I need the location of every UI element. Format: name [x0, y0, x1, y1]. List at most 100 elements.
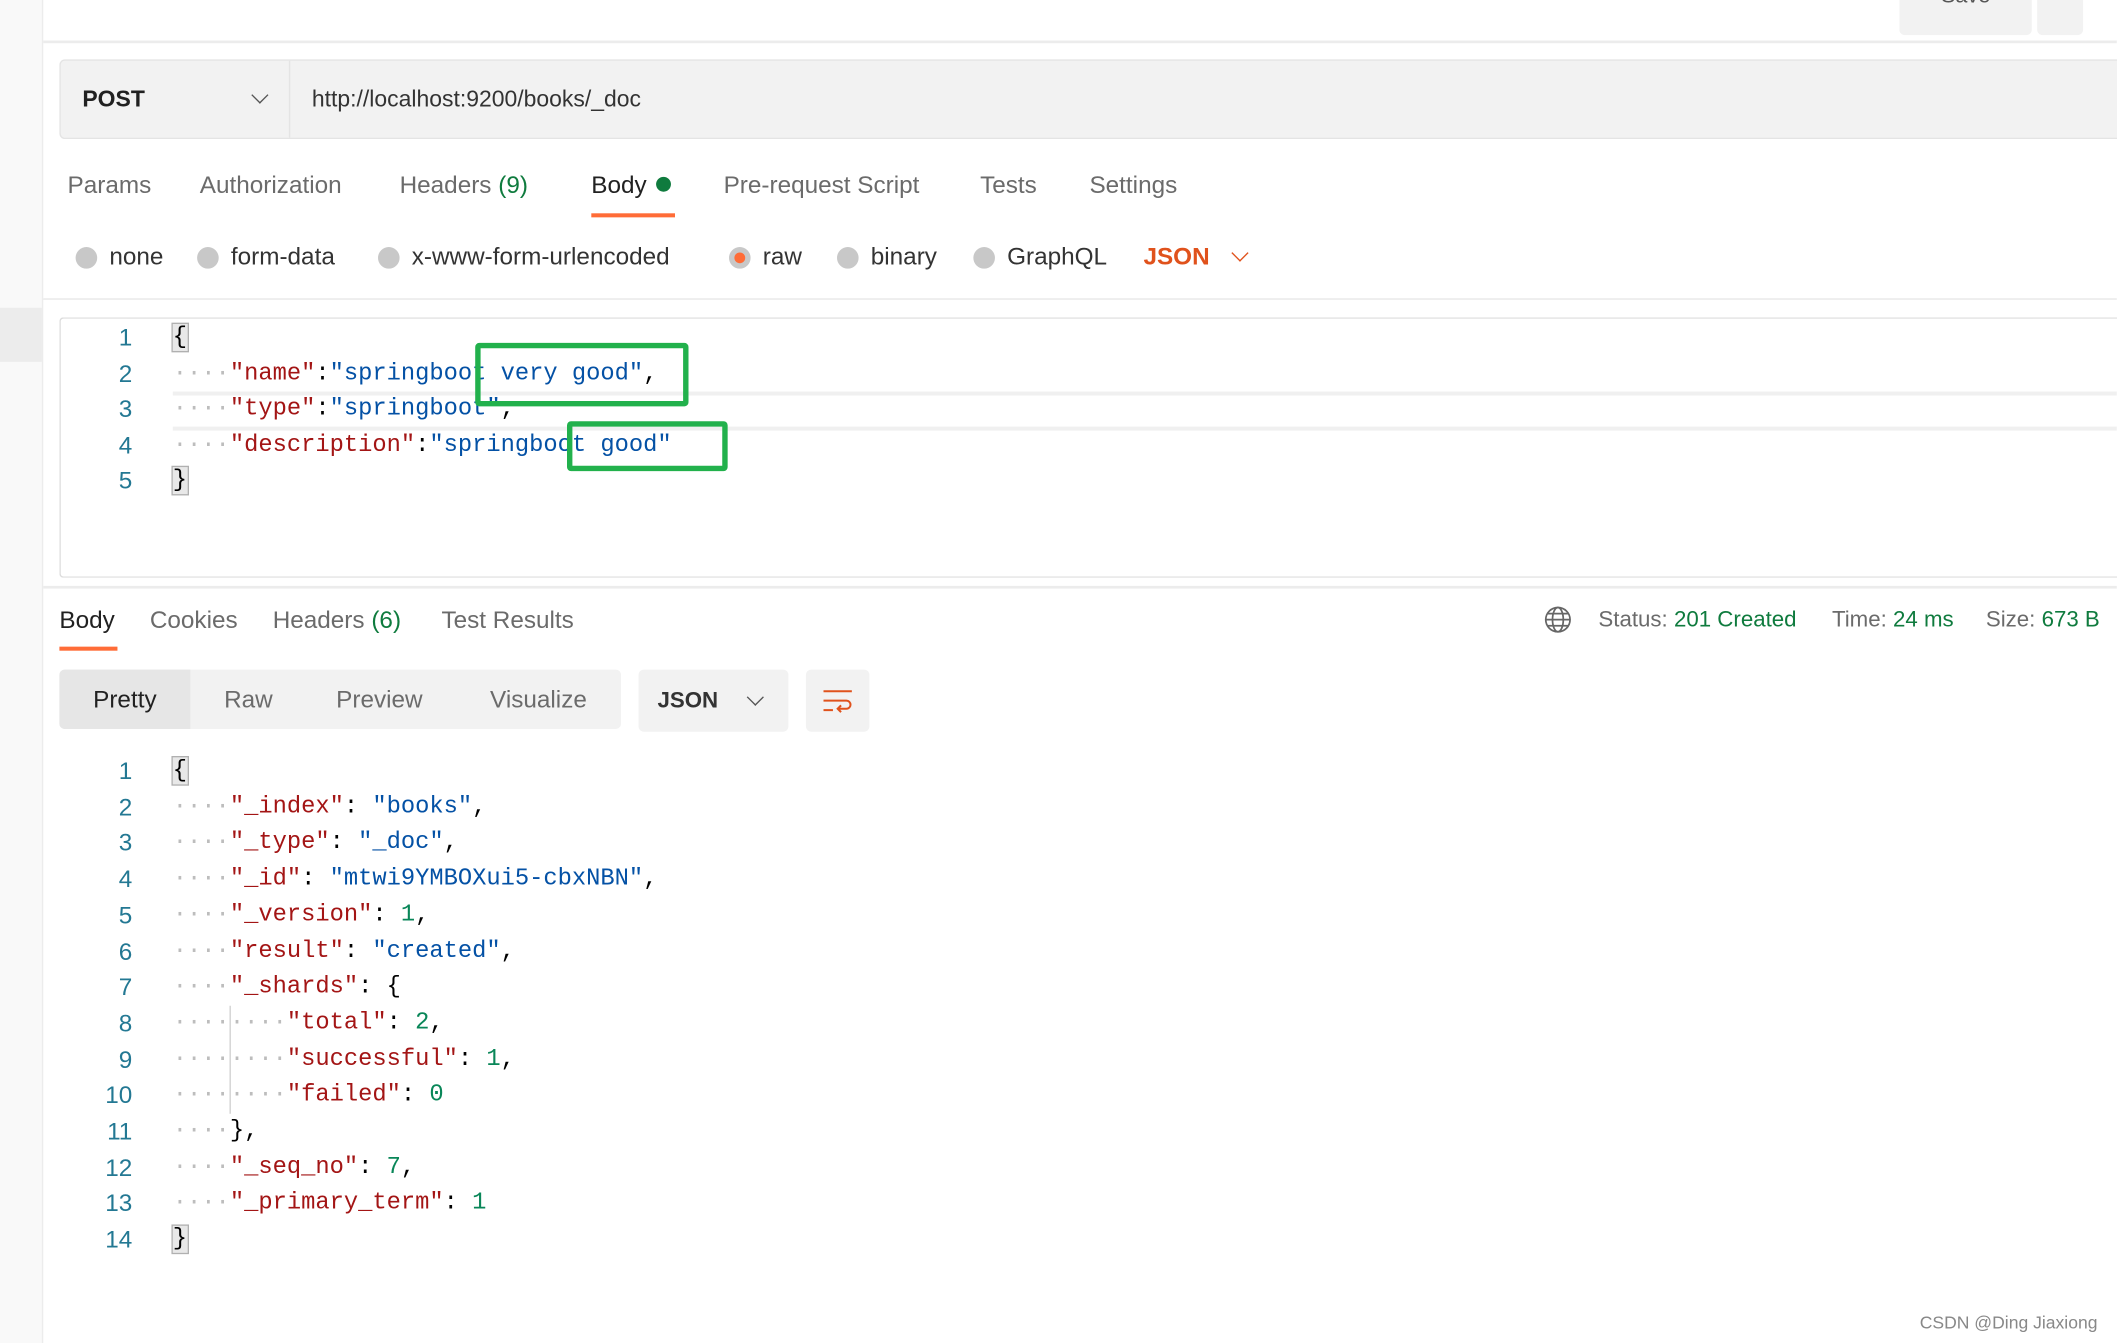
- code-token: ,: [643, 865, 658, 893]
- radio-graphql[interactable]: GraphQL: [973, 243, 1107, 271]
- left-sidebar: [0, 0, 44, 1343]
- code-token: "created": [372, 937, 501, 965]
- code-token: :: [457, 1045, 487, 1073]
- code-token: ,: [429, 1009, 444, 1037]
- code-token: :: [329, 829, 359, 857]
- line-number: 7: [118, 973, 133, 1001]
- radio-icon: [75, 246, 98, 268]
- code-line: ········"total": 2,: [173, 1006, 444, 1042]
- code-token: ,: [500, 1045, 515, 1073]
- code-token: ····: [172, 793, 230, 821]
- tab-headers[interactable]: Headers (9): [400, 171, 528, 199]
- code-token: "_shards": [229, 973, 359, 1001]
- response-status: Status: 201 Created: [1598, 608, 1796, 634]
- code-token: ····: [172, 865, 230, 893]
- highlight-box: [567, 421, 728, 472]
- code-token: 0: [429, 1081, 444, 1109]
- line-number: 2: [118, 793, 133, 821]
- line-number: 3: [118, 829, 133, 857]
- view-pretty[interactable]: Pretty: [59, 669, 191, 729]
- line-number: 2: [118, 359, 133, 387]
- divider: [43, 298, 2117, 300]
- save-options-button[interactable]: [2037, 0, 2084, 36]
- tab-settings[interactable]: Settings: [1089, 171, 1177, 199]
- radio-none[interactable]: none: [75, 243, 164, 271]
- code-token: :: [343, 793, 373, 821]
- code-token: ····: [172, 973, 230, 1001]
- response-format-select[interactable]: JSON: [638, 669, 789, 732]
- indent-guide: [229, 1005, 231, 1114]
- response-tab-headers[interactable]: Headers (6): [273, 606, 401, 634]
- radio-icon: [378, 246, 400, 268]
- divider: [43, 585, 2117, 589]
- code-token: ,: [500, 937, 515, 965]
- body-format-label: JSON: [1143, 243, 1210, 270]
- method-select[interactable]: POST: [61, 60, 291, 138]
- response-tab-body[interactable]: Body: [59, 606, 114, 634]
- url-input[interactable]: http://localhost:9200/books/_doc: [312, 61, 641, 138]
- sidebar-active-item[interactable]: [0, 307, 42, 362]
- line-number: 3: [118, 395, 133, 423]
- tab-pre-request-script[interactable]: Pre-request Script: [724, 171, 920, 199]
- save-button[interactable]: Save: [1899, 0, 2032, 36]
- code-line: {: [171, 320, 189, 356]
- line-number: 13: [105, 1189, 133, 1217]
- code-line: {: [171, 753, 189, 789]
- code-token: "mtwi9YMBOXui5-cbxNBN": [329, 865, 644, 893]
- radio-label: GraphQL: [1007, 243, 1108, 270]
- response-tab-test-results[interactable]: Test Results: [441, 606, 573, 634]
- tab-tests[interactable]: Tests: [980, 171, 1037, 199]
- radio-binary[interactable]: binary: [837, 243, 937, 271]
- tab-authorization[interactable]: Authorization: [200, 171, 342, 199]
- code-token: :: [372, 901, 401, 929]
- tab-headers-label: Headers: [399, 171, 492, 199]
- tab-body[interactable]: Body: [591, 171, 671, 199]
- response-tab-cookies[interactable]: Cookies: [150, 606, 238, 634]
- line-number: 11: [107, 1117, 133, 1145]
- code-line: ····"result": "created",: [173, 934, 515, 970]
- wrap-lines-button[interactable]: [805, 669, 870, 732]
- code-line: }: [171, 1222, 189, 1258]
- code-token: ····: [172, 1153, 230, 1181]
- response-tab-headers-label: Headers: [272, 606, 365, 634]
- view-raw[interactable]: Raw: [224, 670, 273, 729]
- code-line: ····"_id": "mtwi9YMBOXui5-cbxNBN",: [173, 861, 658, 897]
- code-line: ····"_version": 1,: [173, 897, 430, 933]
- code-token: "name": [229, 359, 316, 387]
- code-line: ····"_seq_no": 7,: [173, 1150, 415, 1186]
- url-bar: POST http://localhost:9200/books/_doc: [59, 59, 2117, 140]
- code-token: {: [171, 322, 189, 353]
- chevron-down-icon: [251, 86, 269, 104]
- line-number: 8: [118, 1009, 133, 1037]
- code-token: },: [229, 1117, 259, 1145]
- code-line: ····"_shards": {: [173, 970, 401, 1006]
- line-number: 1: [118, 757, 133, 785]
- response-time: Time: 24 ms: [1832, 608, 1954, 634]
- radio-label: form-data: [230, 243, 335, 270]
- globe-icon[interactable]: [1544, 606, 1571, 633]
- status-label: Status:: [1598, 607, 1668, 632]
- view-visualize[interactable]: Visualize: [490, 670, 587, 729]
- code-token: ····: [172, 901, 230, 929]
- response-size: Size: 673 B: [1986, 608, 2100, 634]
- code-line: }: [171, 464, 189, 500]
- code-token: ,: [415, 901, 430, 929]
- size-label: Size:: [1985, 607, 2036, 632]
- radio-raw[interactable]: raw: [729, 243, 802, 271]
- radio-urlencoded[interactable]: x-www-form-urlencoded: [378, 243, 670, 271]
- code-line: ····"_type": "_doc",: [173, 825, 458, 861]
- code-token: }: [171, 1224, 189, 1255]
- code-token: ,: [400, 1153, 416, 1181]
- code-token: : {: [358, 973, 401, 1001]
- active-tab-underline: [59, 646, 118, 651]
- code-token: {: [171, 755, 189, 786]
- radio-form-data[interactable]: form-data: [197, 243, 335, 271]
- radio-label: none: [109, 243, 164, 270]
- code-token: 1: [486, 1045, 501, 1073]
- chevron-down-icon: [746, 688, 764, 706]
- body-format-select[interactable]: JSON: [1143, 243, 1249, 271]
- code-token: "_doc": [358, 829, 444, 857]
- view-preview[interactable]: Preview: [336, 670, 422, 729]
- tab-params[interactable]: Params: [68, 171, 152, 199]
- code-token: "_id": [229, 865, 302, 893]
